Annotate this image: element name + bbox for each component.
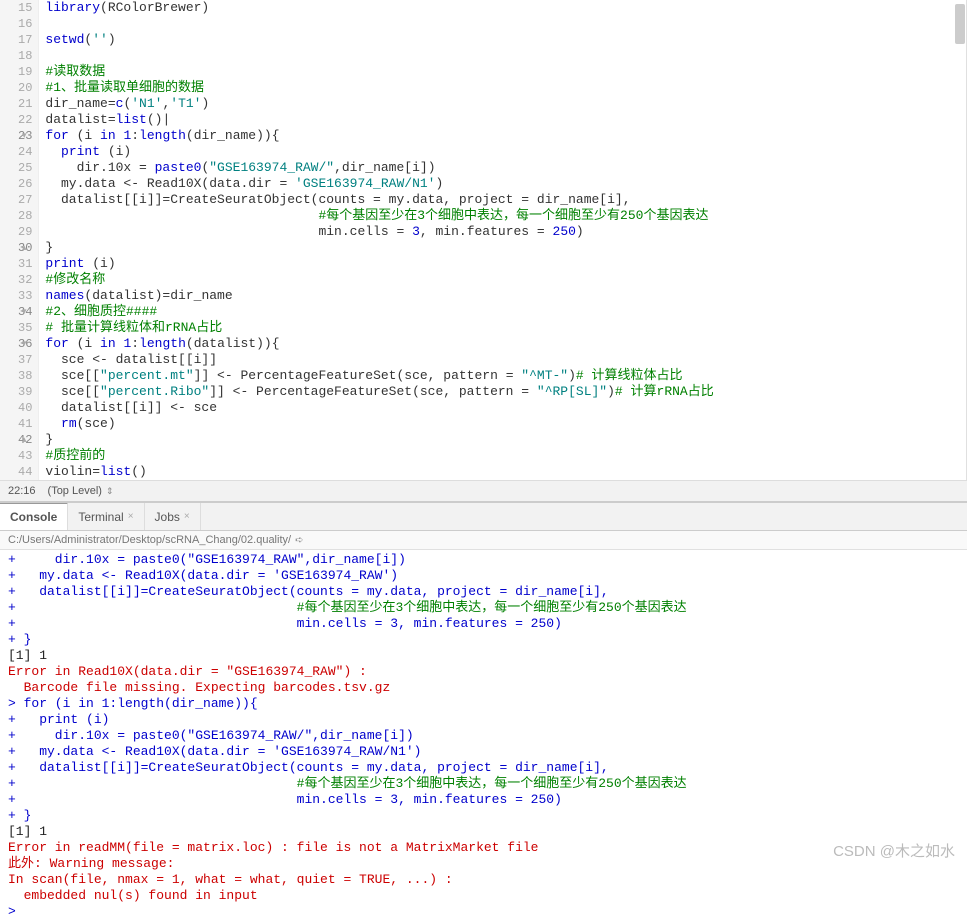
editor-status-bar: 22:16 (Top Level) ⇕ — [0, 480, 967, 502]
code-area[interactable]: 1516171819202122232425262728293031323334… — [0, 0, 967, 480]
bottom-tabs: Console Terminal× Jobs× — [0, 503, 967, 531]
close-icon[interactable]: × — [184, 511, 190, 522]
cursor-position: 22:16 — [8, 485, 36, 497]
path-arrow-icon[interactable]: ➪ — [295, 535, 303, 546]
updown-icon: ⇕ — [106, 486, 114, 497]
tab-terminal[interactable]: Terminal× — [68, 503, 144, 530]
console-path-bar: C:/Users/Administrator/Desktop/scRNA_Cha… — [0, 531, 967, 550]
tab-jobs[interactable]: Jobs× — [145, 503, 201, 530]
scope-label: (Top Level) — [48, 485, 102, 497]
editor-scrollbar[interactable] — [955, 4, 965, 44]
close-icon[interactable]: × — [128, 511, 134, 522]
scope-selector[interactable]: (Top Level) ⇕ — [48, 485, 114, 497]
console-path-text: C:/Users/Administrator/Desktop/scRNA_Cha… — [8, 534, 291, 546]
watermark: CSDN @木之如水 — [833, 840, 955, 861]
code-lines[interactable]: library(RColorBrewer)setwd('')#读取数据#1、批量… — [39, 0, 966, 480]
source-editor-pane: 1516171819202122232425262728293031323334… — [0, 0, 967, 503]
line-gutter: 1516171819202122232425262728293031323334… — [0, 0, 39, 480]
console-output[interactable]: + dir.10x = paste0("GSE163974_RAW",dir_n… — [0, 550, 967, 922]
tab-console[interactable]: Console — [0, 502, 68, 530]
